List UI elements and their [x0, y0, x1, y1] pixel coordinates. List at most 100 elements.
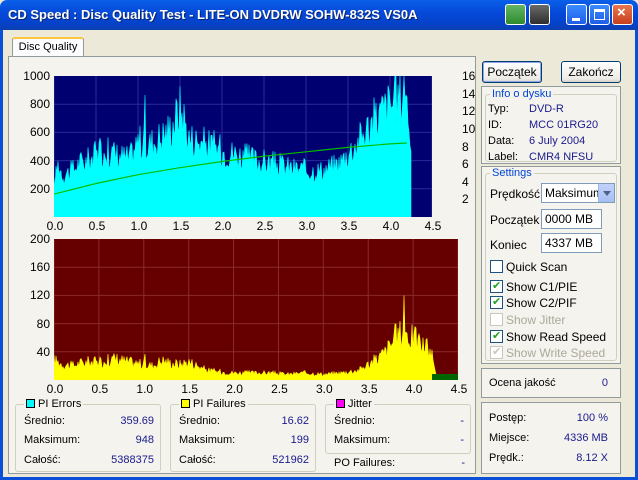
- pi-failures-max-label: Maksimum:: [179, 434, 236, 446]
- chart2-y-tick: 200: [29, 232, 50, 246]
- chart2-y-tick: 160: [29, 260, 50, 275]
- chart1-y2-tick: 2: [462, 192, 469, 207]
- pi-errors-title: PI Errors: [38, 398, 82, 410]
- pi-failures-title: PI Failures: [193, 398, 246, 410]
- chart1-y-tick: 200: [29, 181, 50, 196]
- save-icon[interactable]: [529, 4, 550, 25]
- jitter-swatch: [336, 399, 345, 408]
- quality-value: 0: [601, 377, 608, 389]
- chart1-x-tick: 1.0: [130, 219, 148, 233]
- speed-select[interactable]: Maksimum: [541, 183, 615, 203]
- pi-failures-group: PI Failures Średnio: 16.62 Maksimum: 199…: [170, 398, 316, 472]
- disc-label-label: Label:: [488, 151, 518, 163]
- chart2-x-tick: 2.0: [226, 382, 243, 396]
- po-failures-value: -: [461, 457, 465, 469]
- chart1-y2-tick: 6: [462, 157, 469, 172]
- chart1-y2-tick: 12: [462, 104, 476, 119]
- chart1-x-tick: 2.0: [214, 219, 232, 233]
- chart1-y-tick: 1000: [23, 69, 50, 83]
- chart2-x-tick: 0.0: [46, 382, 64, 396]
- chart1-y2-tick: 16: [462, 69, 476, 83]
- show-read-speed-checkbox[interactable]: Show Read Speed: [490, 329, 606, 344]
- copy-icon[interactable]: [505, 4, 526, 25]
- pi-failures-swatch: [181, 399, 190, 408]
- start-button[interactable]: Początek: [482, 61, 542, 83]
- disc-info-title: Info o dysku: [490, 88, 554, 100]
- settings-panel: Settings Prędkość Maksimum Początek 0000…: [481, 166, 621, 364]
- show-jitter-checkbox: Show Jitter: [490, 313, 565, 327]
- pi-failures-avg-label: Średnio:: [179, 415, 220, 427]
- tail-marker: [432, 374, 458, 380]
- chart2-x-tick: 1.0: [136, 382, 154, 396]
- window-title: CD Speed : Disc Quality Test - LITE-ON D…: [8, 7, 418, 22]
- maximize-button[interactable]: [589, 4, 610, 25]
- title-bar: CD Speed : Disc Quality Test - LITE-ON D…: [0, 0, 638, 30]
- chart2-x-tick: 4.0: [405, 382, 423, 396]
- chart1-x-tick: 4.0: [382, 219, 400, 233]
- chart2-x-tick: 4.5: [450, 382, 468, 396]
- start-mb-label: Początek: [490, 213, 540, 227]
- jitter-group: Jitter Średnio: - Maksimum: -: [325, 398, 471, 454]
- disc-type-value: DVD-R: [529, 103, 564, 115]
- chart2-y-tick: 40: [36, 344, 50, 359]
- start-mb-input[interactable]: 0000 MB: [541, 209, 602, 229]
- disc-id-label: ID:: [488, 119, 503, 131]
- disc-label-value: CMR4 NFSU: [529, 151, 594, 163]
- minimize-button[interactable]: [566, 4, 587, 25]
- chart2-x-tick: 1.5: [181, 382, 198, 396]
- quick-scan-checkbox[interactable]: Quick Scan: [490, 260, 567, 274]
- pi-failures-chart: [54, 239, 458, 380]
- tab-disc-quality[interactable]: Disc Quality: [12, 37, 84, 57]
- speed-readout-label: Prędk.:: [489, 452, 524, 464]
- chart1-y2-tick: 8: [462, 139, 469, 154]
- pi-errors-chart: [54, 76, 432, 217]
- end-mb-input[interactable]: 4337 MB: [541, 233, 602, 253]
- pi-errors-avg-value: 359.69: [120, 415, 154, 427]
- chart2-x-tick: 3.5: [360, 382, 378, 396]
- pi-failures-avg-value: 16.62: [281, 415, 309, 427]
- chart2-y-tick: 80: [36, 316, 50, 331]
- close-button[interactable]: ×: [612, 4, 633, 25]
- disc-info-panel: Info o dysku Typ: DVD-R ID: MCC 01RG20 D…: [481, 86, 621, 164]
- quality-label: Ocena jakość: [489, 377, 556, 389]
- settings-title: Settings: [490, 167, 534, 179]
- pi-errors-group: PI Errors Średnio: 359.69 Maksimum: 948 …: [15, 398, 161, 472]
- pi-errors-max-label: Maksimum:: [24, 434, 81, 446]
- chart1-y-tick: 600: [29, 125, 50, 140]
- end-button[interactable]: Zakończ: [561, 61, 621, 83]
- jitter-avg-label: Średnio:: [334, 415, 375, 427]
- chart2-x-tick: 3.0: [315, 382, 333, 396]
- chart1-x-tick: 0.5: [88, 219, 106, 233]
- chart2-x-tick: 0.5: [91, 382, 109, 396]
- pi-errors-total-label: Całość:: [24, 454, 61, 466]
- chart2-x-tick: 2.5: [271, 382, 288, 396]
- jitter-avg-value: -: [460, 415, 464, 427]
- disc-date-label: Data:: [488, 135, 515, 147]
- chart1-x-tick: 1.5: [172, 219, 190, 233]
- chart1-x-tick: 3.0: [298, 219, 316, 233]
- progress-value: 100 %: [576, 412, 608, 424]
- chart2-y-tick: 120: [29, 288, 50, 303]
- chart1-x-tick: 0.0: [46, 219, 64, 233]
- disc-id-value: MCC 01RG20: [529, 119, 599, 131]
- show-write-speed-checkbox: Show Write Speed: [490, 345, 605, 360]
- chart1-x-tick: 3.5: [340, 219, 358, 233]
- pi-errors-swatch: [26, 399, 35, 408]
- pi-failures-total-value: 521962: [272, 454, 309, 466]
- progress-panel: Postęp: 100 % Miejsce: 4336 MB Prędk.: 8…: [481, 402, 621, 474]
- chart1-y2-tick: 10: [462, 121, 476, 136]
- disc-type-label: Typ:: [488, 103, 509, 115]
- pi-errors-max-value: 948: [135, 434, 154, 446]
- chevron-down-icon[interactable]: [598, 184, 614, 202]
- speed-readout-value: 8.12 X: [576, 452, 608, 464]
- pi-failures-max-value: 199: [290, 434, 309, 446]
- chart1-x-tick: 4.5: [424, 219, 442, 233]
- end-mb-label: Koniec: [490, 238, 527, 252]
- show-c2-pif-checkbox[interactable]: Show C2/PIF: [490, 295, 577, 310]
- quality-panel: Ocena jakość 0: [481, 368, 621, 398]
- pi-errors-avg-label: Średnio:: [24, 415, 65, 427]
- speed-label: Prędkość: [490, 187, 541, 201]
- chart1-y2-tick: 4: [462, 174, 469, 189]
- show-c1-pie-checkbox[interactable]: Show C1/PIE: [490, 279, 577, 294]
- close-icon: ×: [617, 4, 626, 21]
